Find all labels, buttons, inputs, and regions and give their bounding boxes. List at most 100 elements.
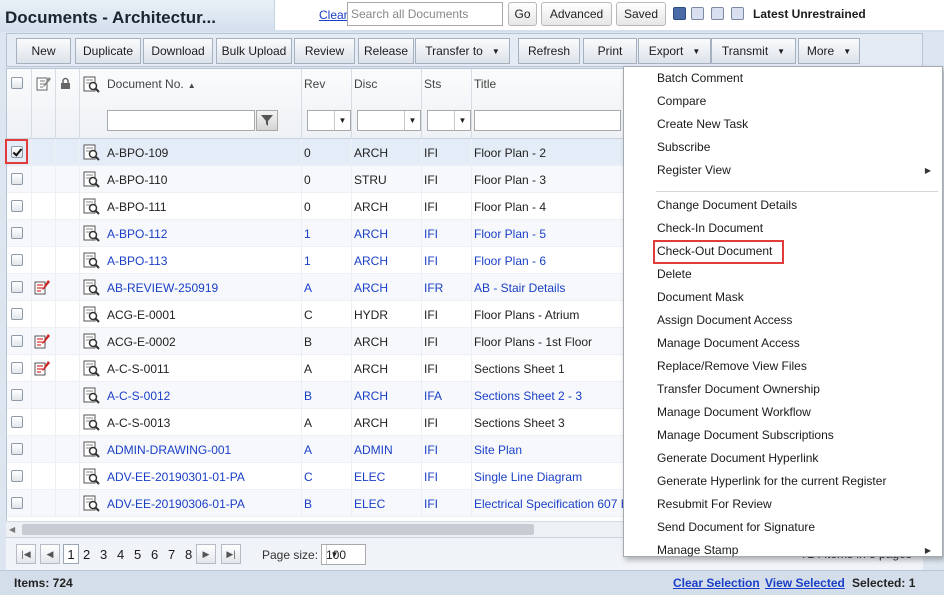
menu-item-document-mask[interactable]: Document Mask	[657, 290, 744, 304]
menu-item-manage-document-access[interactable]: Manage Document Access	[657, 336, 800, 350]
menu-item-send-document-for-signature[interactable]: Send Document for Signature	[657, 520, 815, 534]
row-checkbox[interactable]	[11, 362, 23, 374]
page-link-6[interactable]: 6	[151, 547, 158, 562]
first-page-icon[interactable]: |◀	[16, 544, 36, 564]
menu-item-subscribe[interactable]: Subscribe	[657, 140, 710, 154]
view-file-icon[interactable]	[83, 468, 100, 485]
disc-filter-select[interactable]: ▼	[357, 110, 421, 131]
row-checkbox[interactable]	[11, 443, 23, 455]
clear-search-link[interactable]: Clear	[319, 8, 348, 22]
column-disc-header[interactable]: Disc	[354, 77, 377, 91]
view-file-icon[interactable]	[83, 144, 100, 161]
doc-no-cell[interactable]: ADV-EE-20190301-01-PA	[107, 470, 245, 484]
doc-no-cell[interactable]: A-BPO-110	[107, 173, 167, 187]
doc-no-cell[interactable]: ADMIN-DRAWING-001	[107, 443, 231, 457]
row-checkbox[interactable]	[11, 173, 23, 185]
view-file-icon[interactable]	[83, 225, 100, 242]
prev-page-icon[interactable]: ◀	[40, 544, 60, 564]
print-button[interactable]: Print	[583, 38, 637, 64]
view-selected-link[interactable]: View Selected	[765, 576, 845, 590]
edit-markup-icon[interactable]	[34, 360, 50, 376]
select-all-checkbox[interactable]	[11, 77, 23, 89]
menu-item-assign-document-access[interactable]: Assign Document Access	[657, 313, 792, 327]
duplicate-button[interactable]: Duplicate	[75, 38, 141, 64]
row-checkbox[interactable]	[11, 497, 23, 509]
page-link-2[interactable]: 2	[83, 547, 90, 562]
view-file-icon[interactable]	[83, 252, 100, 269]
doc-no-filter-input[interactable]	[107, 110, 255, 131]
download-button[interactable]: Download	[143, 38, 213, 64]
view-file-icon[interactable]	[83, 441, 100, 458]
doc-no-cell[interactable]: A-BPO-112	[107, 227, 167, 241]
menu-item-delete[interactable]: Delete	[657, 267, 692, 281]
column-doc-no-header[interactable]: Document No. ▲	[107, 77, 196, 91]
doc-no-cell[interactable]: ACG-E-0001	[107, 308, 176, 322]
new-button[interactable]: New	[16, 38, 71, 64]
scrollbar-thumb[interactable]	[22, 524, 534, 535]
release-button[interactable]: Release	[358, 38, 414, 64]
page-link-7[interactable]: 7	[168, 547, 175, 562]
page-link-8[interactable]: 8	[185, 547, 192, 562]
doc-no-cell[interactable]: ADV-EE-20190306-01-PA	[107, 497, 245, 511]
title-filter-input[interactable]	[474, 110, 621, 131]
layout-toggle-2-icon[interactable]	[691, 7, 704, 20]
transmit-button[interactable]: Transmit ▼	[711, 38, 796, 64]
menu-item-manage-stamp[interactable]: Manage Stamp	[657, 543, 738, 557]
view-file-icon[interactable]	[83, 306, 100, 323]
menu-item-manage-document-workflow[interactable]: Manage Document Workflow	[657, 405, 811, 419]
doc-no-cell[interactable]: A-BPO-109	[107, 146, 168, 160]
column-title-header[interactable]: Title	[474, 77, 496, 91]
refresh-button[interactable]: Refresh	[518, 38, 580, 64]
view-file-icon[interactable]	[83, 279, 100, 296]
menu-item-register-view[interactable]: Register View	[657, 163, 731, 177]
row-checkbox[interactable]	[11, 200, 23, 212]
saved-button[interactable]: Saved	[616, 2, 666, 26]
page-size-select[interactable]: 100 ▼	[321, 544, 366, 565]
row-checkbox[interactable]	[11, 389, 23, 401]
view-file-icon[interactable]	[83, 333, 100, 350]
scroll-left-icon[interactable]: ◀	[9, 525, 15, 534]
page-link-4[interactable]: 4	[117, 547, 124, 562]
row-checkbox[interactable]	[11, 335, 23, 347]
view-file-icon[interactable]	[83, 198, 100, 215]
rev-filter-select[interactable]: ▼	[307, 110, 351, 131]
layout-toggle-1-icon[interactable]	[673, 7, 686, 20]
column-sts-header[interactable]: Sts	[424, 77, 441, 91]
view-file-icon[interactable]	[83, 414, 100, 431]
sts-filter-select[interactable]: ▼	[427, 110, 471, 131]
layout-toggle-3-icon[interactable]	[711, 7, 724, 20]
row-checkbox[interactable]	[11, 281, 23, 293]
edit-markup-icon[interactable]	[34, 279, 50, 295]
last-page-icon[interactable]: ▶|	[221, 544, 241, 564]
advanced-button[interactable]: Advanced	[541, 2, 612, 26]
search-input[interactable]	[347, 2, 503, 26]
doc-no-cell[interactable]: A-C-S-0013	[107, 416, 170, 430]
edit-markup-icon[interactable]	[34, 333, 50, 349]
row-checkbox[interactable]	[11, 227, 23, 239]
doc-no-cell[interactable]: ACG-E-0002	[107, 335, 176, 349]
review-button[interactable]: Review	[294, 38, 355, 64]
row-checkbox[interactable]	[11, 416, 23, 428]
column-rev-header[interactable]: Rev	[304, 77, 325, 91]
menu-item-generate-hyperlink-for-the-current-register[interactable]: Generate Hyperlink for the current Regis…	[657, 474, 886, 488]
page-link-3[interactable]: 3	[100, 547, 107, 562]
clear-selection-link[interactable]: Clear Selection	[673, 576, 760, 590]
bulk-upload-button[interactable]: Bulk Upload	[216, 38, 292, 64]
row-checkbox[interactable]	[11, 470, 23, 482]
doc-no-cell[interactable]: A-BPO-113	[107, 254, 167, 268]
menu-item-transfer-document-ownership[interactable]: Transfer Document Ownership	[657, 382, 820, 396]
menu-item-create-new-task[interactable]: Create New Task	[657, 117, 748, 131]
menu-item-resubmit-for-review[interactable]: Resubmit For Review	[657, 497, 772, 511]
more-button[interactable]: More ▼	[798, 38, 860, 64]
view-file-icon[interactable]	[83, 171, 100, 188]
page-link-5[interactable]: 5	[134, 547, 141, 562]
row-checkbox[interactable]	[11, 308, 23, 320]
row-checkbox[interactable]	[11, 254, 23, 266]
view-file-icon[interactable]	[83, 387, 100, 404]
go-button[interactable]: Go	[508, 2, 537, 26]
doc-no-cell[interactable]: A-BPO-111	[107, 200, 167, 214]
next-page-icon[interactable]: ▶	[196, 544, 216, 564]
doc-no-cell[interactable]: AB-REVIEW-250919	[107, 281, 218, 295]
transfer-to-button[interactable]: Transfer to ▼	[415, 38, 510, 64]
menu-item-manage-document-subscriptions[interactable]: Manage Document Subscriptions	[657, 428, 834, 442]
